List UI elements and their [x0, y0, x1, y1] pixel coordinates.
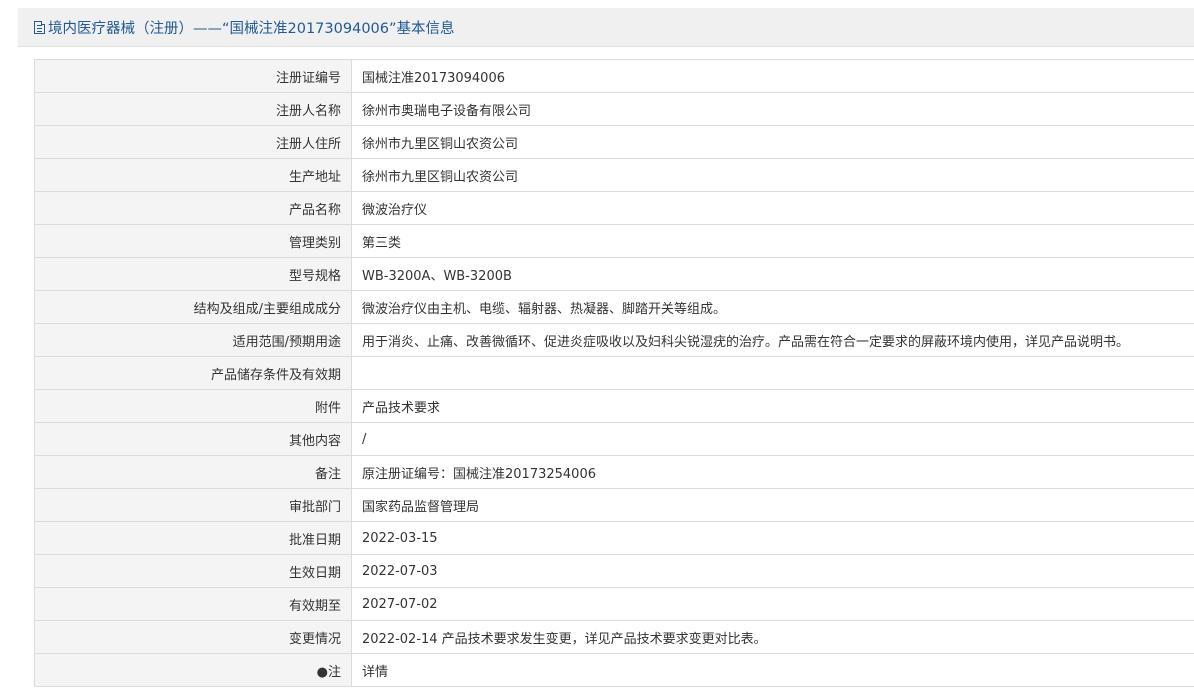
details-link[interactable]: 详情: [351, 653, 1194, 687]
row-value: 2022-03-15: [351, 521, 1194, 555]
row-label: 结构及组成/主要组成成分: [34, 290, 352, 324]
row-label: 生产地址: [34, 158, 352, 192]
row-label: 注册人名称: [34, 92, 352, 126]
row-value: 徐州市奥瑞电子设备有限公司: [351, 92, 1194, 126]
row-label: 审批部门: [34, 488, 352, 522]
row-value: 微波治疗仪由主机、电缆、辐射器、热凝器、脚踏开关等组成。: [351, 290, 1194, 324]
row-value: 微波治疗仪: [351, 191, 1194, 225]
row-label: 产品名称: [34, 191, 352, 225]
row-value: WB-3200A、WB-3200B: [351, 257, 1194, 291]
row-value: 产品技术要求: [351, 389, 1194, 423]
info-table: 注册证编号 国械注准20173094006 注册人名称 徐州市奥瑞电子设备有限公…: [34, 59, 1194, 687]
row-value: 徐州市九里区铜山农资公司: [351, 125, 1194, 159]
table-row: 产品名称 微波治疗仪: [34, 191, 1194, 225]
page: 境内医疗器械（注册）——“国械注准20173094006”基本信息 注册证编号 …: [0, 0, 1194, 688]
row-label: 其他内容: [34, 422, 352, 456]
row-label: 变更情况: [34, 620, 352, 654]
row-value: 2022-07-03: [351, 554, 1194, 588]
page-header: 境内医疗器械（注册）——“国械注准20173094006”基本信息: [18, 8, 1194, 47]
table-row: 附件 产品技术要求: [34, 389, 1194, 423]
table-row: 注册证编号 国械注准20173094006: [34, 59, 1194, 93]
table-row: 注册人名称 徐州市奥瑞电子设备有限公司: [34, 92, 1194, 126]
table-row: 产品储存条件及有效期: [34, 356, 1194, 390]
row-label: 备注: [34, 455, 352, 489]
table-row: 变更情况 2022-02-14 产品技术要求发生变更，详见产品技术要求变更对比表…: [34, 620, 1194, 654]
row-label: 管理类别: [34, 224, 352, 258]
row-label: 生效日期: [34, 554, 352, 588]
row-value: 2027-07-02: [351, 587, 1194, 621]
row-label: 型号规格: [34, 257, 352, 291]
page-title: 境内医疗器械（注册）——“国械注准20173094006”基本信息: [48, 20, 455, 37]
table-row: 注册人住所 徐州市九里区铜山农资公司: [34, 125, 1194, 159]
table-row: 型号规格 WB-3200A、WB-3200B: [34, 257, 1194, 291]
row-label: ●注: [34, 653, 352, 687]
row-value: [351, 356, 1194, 390]
row-value: 国家药品监督管理局: [351, 488, 1194, 522]
table-row: 适用范围/预期用途 用于消炎、止痛、改善微循环、促进炎症吸收以及妇科尖锐湿疣的治…: [34, 323, 1194, 357]
row-label: 注册证编号: [34, 59, 352, 93]
row-label: 适用范围/预期用途: [34, 323, 352, 357]
row-label: 附件: [34, 389, 352, 423]
row-value: 原注册证编号：国械注准20173254006: [351, 455, 1194, 489]
row-label: 有效期至: [34, 587, 352, 621]
table-row: ●注 详情: [34, 653, 1194, 687]
table-row: 有效期至 2027-07-02: [34, 587, 1194, 621]
row-value: /: [351, 422, 1194, 456]
table-row: 批准日期 2022-03-15: [34, 521, 1194, 555]
row-value: 用于消炎、止痛、改善微循环、促进炎症吸收以及妇科尖锐湿疣的治疗。产品需在符合一定…: [351, 323, 1194, 357]
row-value: 2022-02-14 产品技术要求发生变更，详见产品技术要求变更对比表。: [351, 620, 1194, 654]
table-row: 结构及组成/主要组成成分 微波治疗仪由主机、电缆、辐射器、热凝器、脚踏开关等组成…: [34, 290, 1194, 324]
table-row: 生产地址 徐州市九里区铜山农资公司: [34, 158, 1194, 192]
row-value: 徐州市九里区铜山农资公司: [351, 158, 1194, 192]
row-value: 国械注准20173094006: [351, 59, 1194, 93]
row-label: 注册人住所: [34, 125, 352, 159]
table-row: 其他内容 /: [34, 422, 1194, 456]
table-row: 备注 原注册证编号：国械注准20173254006: [34, 455, 1194, 489]
row-value: 第三类: [351, 224, 1194, 258]
row-label: 产品储存条件及有效期: [34, 356, 352, 390]
table-row: 管理类别 第三类: [34, 224, 1194, 258]
row-label: 批准日期: [34, 521, 352, 555]
table-row: 审批部门 国家药品监督管理局: [34, 488, 1194, 522]
document-icon: [34, 21, 45, 34]
table-row: 生效日期 2022-07-03: [34, 554, 1194, 588]
